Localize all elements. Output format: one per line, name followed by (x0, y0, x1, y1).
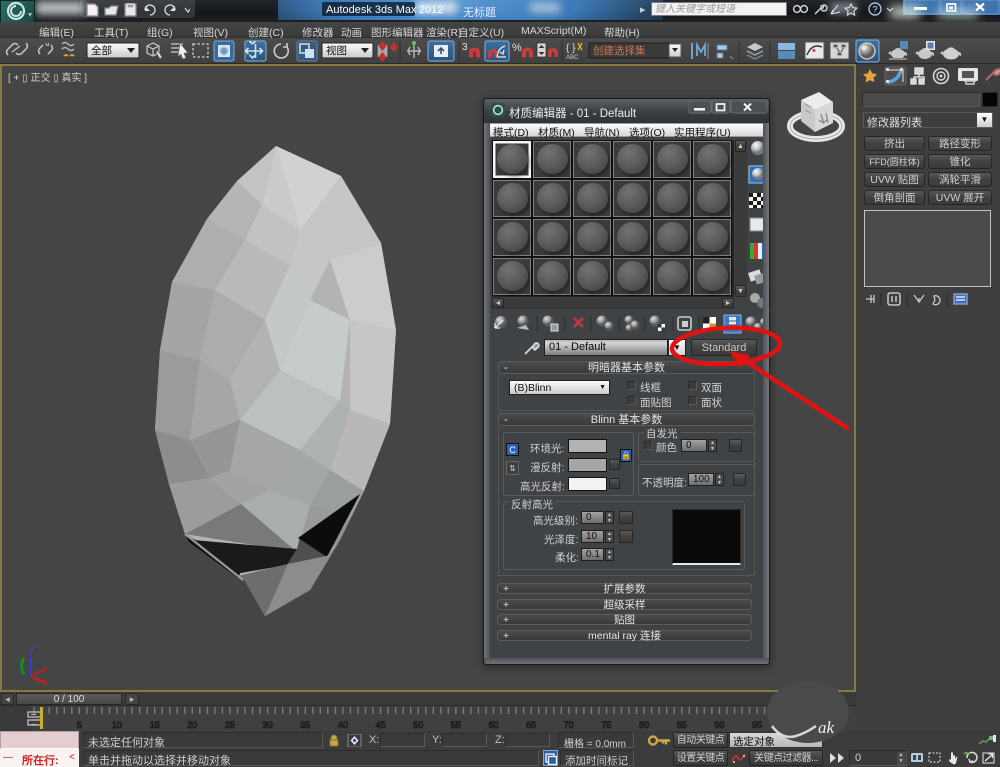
svg-text:50: 50 (413, 720, 423, 730)
svg-text:10: 10 (112, 720, 122, 730)
svg-text:视图: 视图 (326, 44, 347, 57)
svg-text:3: 3 (462, 42, 468, 53)
svg-text:65: 65 (526, 720, 536, 730)
svg-text:ABC: ABC (566, 55, 579, 61)
svg-text:5: 5 (77, 720, 82, 730)
svg-text:90: 90 (714, 720, 724, 730)
svg-text:70: 70 (564, 720, 574, 730)
svg-text:60: 60 (488, 720, 498, 730)
svg-text:{ }: { } (566, 43, 576, 54)
svg-text:25: 25 (225, 720, 235, 730)
svg-text:创建选择集: 创建选择集 (593, 44, 646, 57)
svg-text:30: 30 (263, 720, 273, 730)
svg-text:85: 85 (677, 720, 687, 730)
svg-text:55: 55 (451, 720, 461, 730)
svg-text:75: 75 (601, 720, 611, 730)
svg-text:80: 80 (639, 720, 649, 730)
svg-text:40: 40 (338, 720, 348, 730)
svg-text:%: % (512, 42, 522, 54)
svg-text:15: 15 (150, 720, 160, 730)
svg-text:z: z (30, 643, 35, 653)
svg-text:20: 20 (187, 720, 197, 730)
svg-text:?: ? (872, 5, 877, 15)
svg-text:全部: 全部 (91, 44, 112, 57)
svg-text:95: 95 (752, 720, 762, 730)
svg-text:45: 45 (376, 720, 386, 730)
svg-text:35: 35 (300, 720, 310, 730)
